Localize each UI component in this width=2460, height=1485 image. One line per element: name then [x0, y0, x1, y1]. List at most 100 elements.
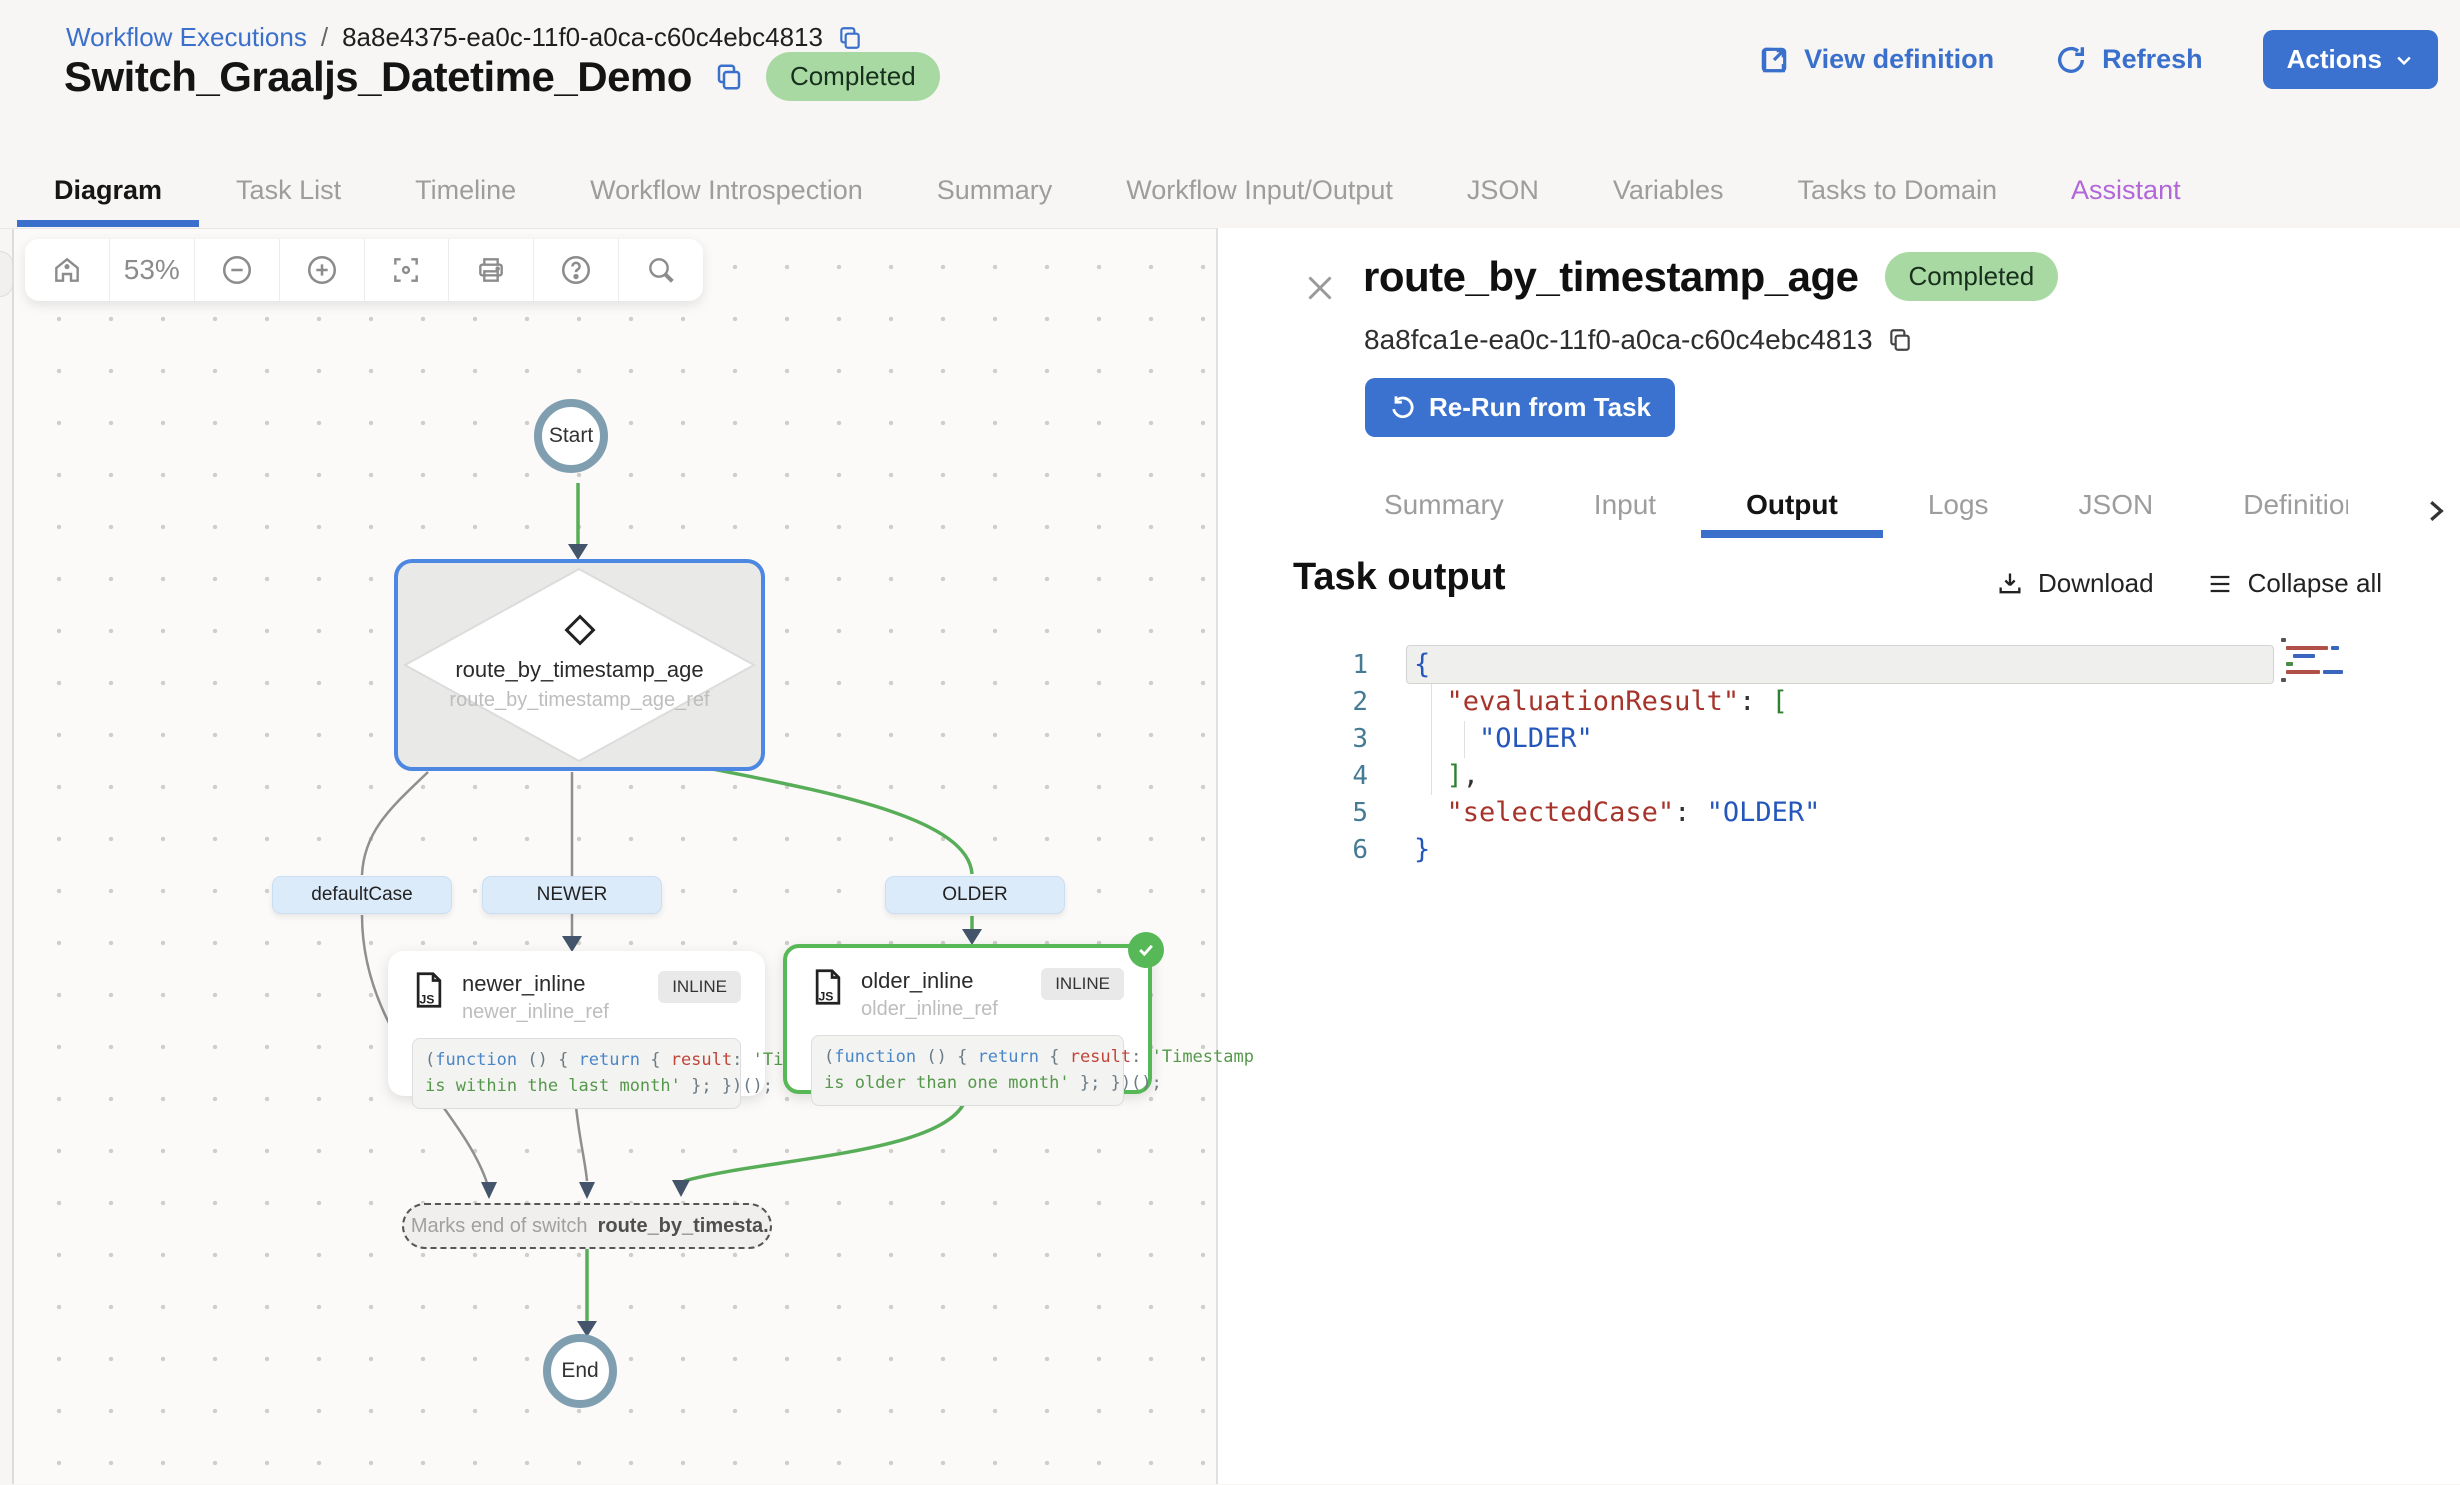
end-label: End	[561, 1359, 598, 1383]
task-status-badge: Completed	[1885, 252, 2059, 301]
task-node-newer-inline[interactable]: JS newer_inline newer_inline_ref INLINE …	[388, 951, 765, 1096]
download-icon	[1996, 570, 2024, 598]
search-icon	[645, 254, 677, 286]
undo-icon	[1389, 394, 1417, 422]
svg-text:JS: JS	[420, 993, 435, 1007]
task-tab-definition[interactable]: Definition	[2198, 480, 2348, 538]
svg-text:JS: JS	[819, 990, 834, 1004]
branch-label-defaultcase[interactable]: defaultCase	[272, 876, 452, 914]
refresh-button[interactable]: Refresh	[2054, 43, 2203, 77]
tab-tasks-to-domain[interactable]: Tasks to Domain	[1760, 160, 2034, 227]
actions-button[interactable]: Actions	[2263, 30, 2438, 89]
breadcrumb-separator: /	[321, 22, 328, 53]
collapse-all-icon	[2206, 570, 2234, 598]
zoom-out-icon	[220, 253, 254, 287]
task-type-badge: INLINE	[658, 971, 741, 1003]
code-line: 6 }	[1218, 831, 2460, 868]
task-tab-json[interactable]: JSON	[2034, 480, 2199, 538]
view-definition-label: View definition	[1804, 44, 1994, 75]
branch-label-text: defaultCase	[311, 884, 412, 906]
chevron-down-icon	[2394, 50, 2414, 70]
tab-diagram[interactable]: Diagram	[17, 160, 199, 227]
task-node-older-inline[interactable]: JS older_inline older_inline_ref INLINE …	[783, 944, 1152, 1094]
task-tab-output[interactable]: Output	[1701, 480, 1883, 538]
home-icon	[51, 254, 83, 286]
task-code-preview: (function () { return { result: 'Timesta…	[412, 1038, 741, 1109]
tab-assistant[interactable]: Assistant	[2034, 160, 2218, 227]
download-button[interactable]: Download	[1996, 568, 2154, 599]
workflow-tabbar: Diagram Task List Timeline Workflow Intr…	[17, 160, 2218, 227]
switch-name: route_by_timestamp_age	[455, 657, 703, 683]
branch-label-newer[interactable]: NEWER	[482, 876, 662, 914]
task-tabbar: Summary Input Output Logs JSON Definitio…	[1339, 480, 2348, 538]
switch-ref: route_by_timestamp_age_ref	[449, 689, 709, 712]
end-switch-node[interactable]: // Marks end of switch route_by_timesta.…	[402, 1203, 772, 1249]
tab-summary[interactable]: Summary	[900, 160, 1090, 227]
breadcrumb: Workflow Executions / 8a8e4375-ea0c-11f0…	[66, 22, 863, 53]
section-title: Task output	[1293, 556, 1506, 599]
task-ref: older_inline_ref	[861, 998, 1025, 1021]
tab-task-list[interactable]: Task List	[199, 160, 378, 227]
copy-icon[interactable]	[1887, 327, 1913, 353]
tab-workflow-introspection[interactable]: Workflow Introspection	[553, 160, 900, 227]
chevron-right-icon[interactable]	[2420, 496, 2450, 526]
code-line: 1 {	[1218, 646, 2460, 683]
copy-icon[interactable]	[837, 25, 863, 51]
diagram-canvas[interactable]: 53%	[0, 228, 1217, 1484]
view-definition-button[interactable]: View definition	[1758, 44, 1994, 76]
branch-label-text: OLDER	[942, 884, 1007, 906]
task-type-badge: INLINE	[1041, 968, 1124, 1000]
breadcrumb-execution-id: 8a8e4375-ea0c-11f0-a0ca-c60c4ebc4813	[342, 22, 823, 53]
print-icon	[475, 254, 507, 286]
task-code-preview: (function () { return { result: 'Timesta…	[811, 1035, 1124, 1106]
code-line: 3 "OLDER"	[1218, 720, 2460, 757]
js-file-icon: JS	[811, 968, 845, 1006]
line-number: 1	[1218, 650, 1368, 680]
workflow-status-badge: Completed	[766, 52, 940, 101]
task-detail-panel: route_by_timestamp_age Completed 8a8fca1…	[1217, 228, 2460, 1484]
tab-variables[interactable]: Variables	[1576, 160, 1761, 227]
external-link-icon	[1758, 44, 1790, 76]
code-line: 4 ],	[1218, 757, 2460, 794]
tab-json[interactable]: JSON	[1430, 160, 1576, 227]
task-tab-summary[interactable]: Summary	[1339, 480, 1549, 538]
js-file-icon: JS	[412, 971, 446, 1009]
fit-view-button[interactable]	[365, 239, 450, 301]
task-output-editor[interactable]: 1 { 2 "evaluationResult": [ 3 "OLDER" 4 …	[1218, 636, 2460, 868]
rerun-label: Re-Run from Task	[1429, 392, 1651, 423]
tab-workflow-input-output[interactable]: Workflow Input/Output	[1089, 160, 1430, 227]
task-tab-input[interactable]: Input	[1549, 480, 1701, 538]
help-button[interactable]	[534, 239, 619, 301]
line-number: 2	[1218, 687, 1368, 717]
zoom-in-button[interactable]	[280, 239, 365, 301]
copy-icon[interactable]	[714, 62, 744, 92]
branch-label-text: NEWER	[537, 884, 608, 906]
task-name: older_inline	[861, 968, 1025, 994]
task-tab-logs[interactable]: Logs	[1883, 480, 2034, 538]
collapse-all-button[interactable]: Collapse all	[2206, 568, 2382, 599]
switch-node[interactable]: route_by_timestamp_age route_by_timestam…	[394, 559, 765, 771]
end-node[interactable]: End	[543, 1334, 617, 1408]
line-number: 5	[1218, 798, 1368, 828]
line-number: 4	[1218, 761, 1368, 791]
workflow-title: Switch_Graaljs_Datetime_Demo	[64, 53, 692, 101]
task-title: route_by_timestamp_age	[1363, 253, 1859, 301]
rerun-from-task-button[interactable]: Re-Run from Task	[1365, 378, 1675, 437]
refresh-label: Refresh	[2102, 44, 2203, 75]
home-button[interactable]	[25, 239, 110, 301]
actions-label: Actions	[2287, 44, 2382, 75]
diamond-icon	[564, 614, 595, 645]
line-number: 3	[1218, 724, 1368, 754]
breadcrumb-workflow-executions-link[interactable]: Workflow Executions	[66, 22, 307, 53]
diagram-edges	[0, 229, 1217, 1485]
print-button[interactable]	[449, 239, 534, 301]
search-button[interactable]	[619, 239, 703, 301]
zoom-in-icon	[305, 253, 339, 287]
zoom-out-button[interactable]	[195, 239, 280, 301]
close-icon[interactable]	[1302, 270, 1340, 308]
branch-label-older[interactable]: OLDER	[885, 876, 1065, 914]
start-node[interactable]: Start	[534, 399, 608, 473]
code-line: 5 "selectedCase": "OLDER"	[1218, 794, 2460, 831]
task-ref: newer_inline_ref	[462, 1001, 642, 1024]
tab-timeline[interactable]: Timeline	[378, 160, 553, 227]
